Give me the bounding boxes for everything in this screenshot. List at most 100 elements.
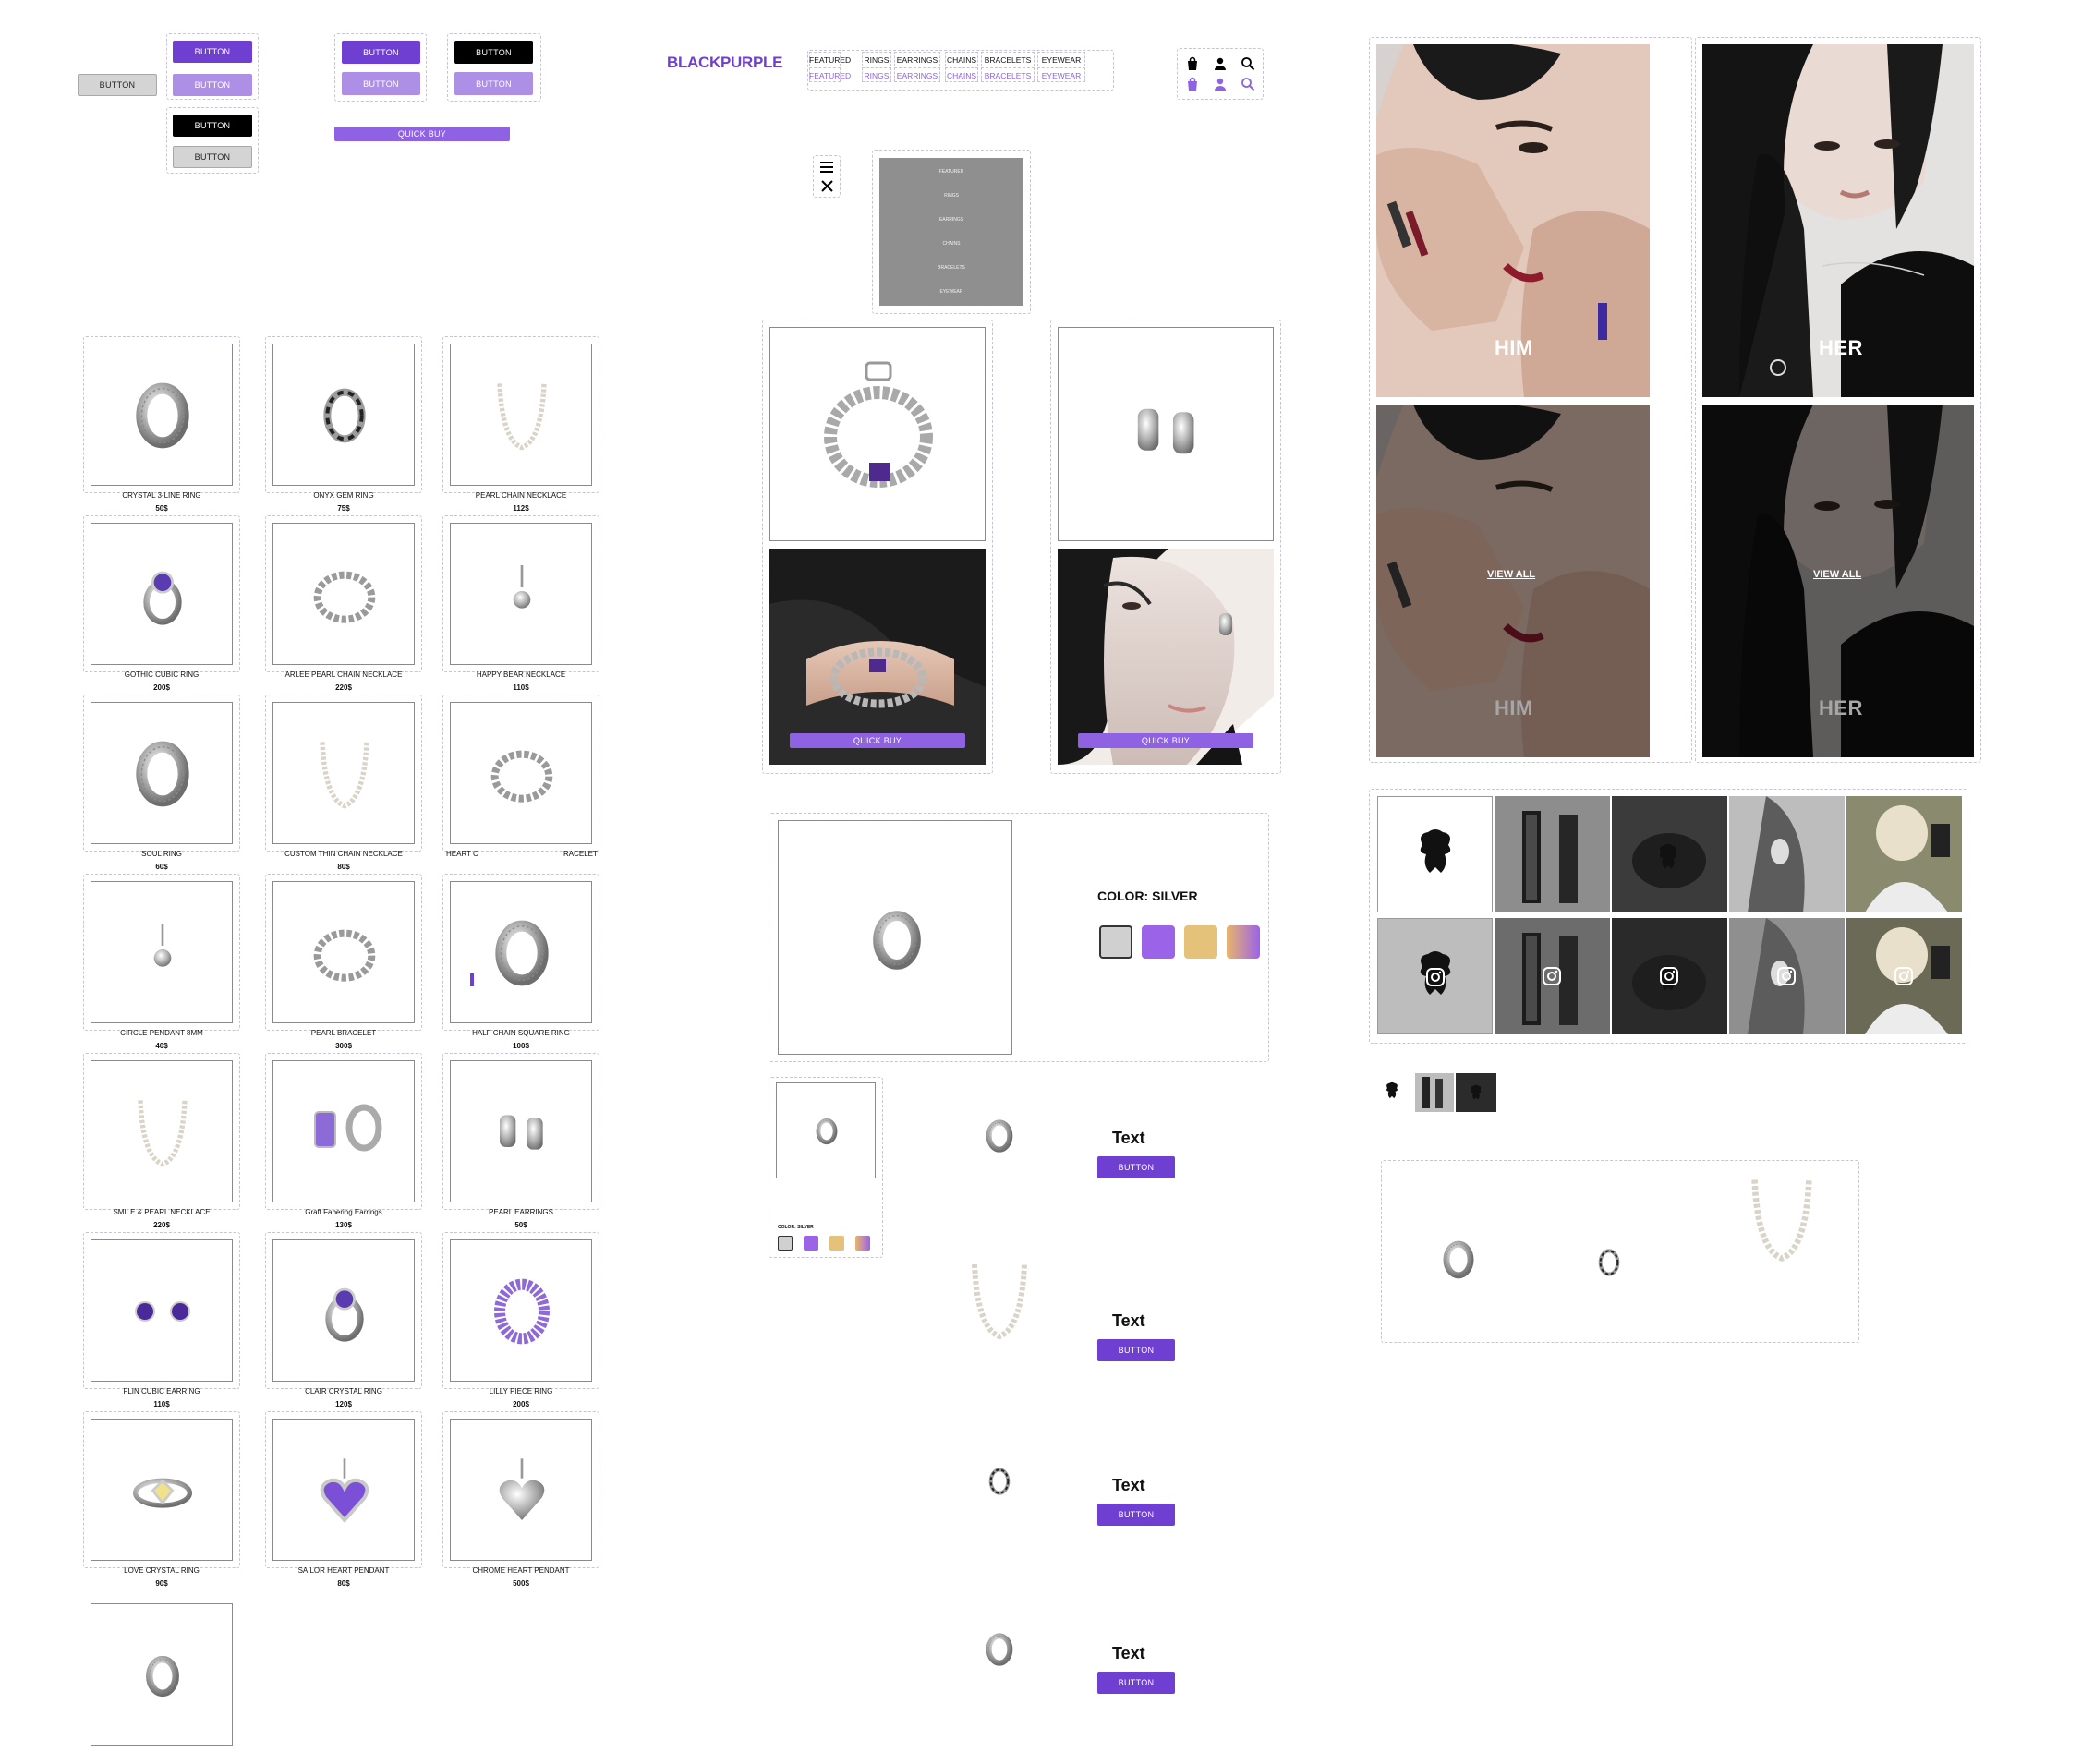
- user-hover-icon[interactable]: [1210, 74, 1230, 94]
- nav-link-hover-featured[interactable]: FEATURED: [809, 71, 851, 80]
- product-name[interactable]: CUSTOM THIN CHAIN NECKLACE: [254, 850, 433, 858]
- quick-buy-button[interactable]: QUICK BUY: [334, 127, 510, 141]
- nav-link-rings[interactable]: RINGS: [862, 55, 891, 65]
- instagram-post-hover[interactable]: [1729, 918, 1845, 1034]
- instagram-post[interactable]: [1377, 796, 1493, 912]
- product-card-image[interactable]: [450, 1060, 592, 1202]
- product-card-image[interactable]: [450, 523, 592, 665]
- product-name[interactable]: FLIN CUBIC EARRING: [72, 1387, 251, 1395]
- list-item-button[interactable]: BUTTON: [1097, 1504, 1175, 1526]
- small-swatch-silver[interactable]: [778, 1236, 793, 1251]
- product-card-image[interactable]: [272, 1239, 415, 1382]
- slider-ring-2[interactable]: [1591, 1238, 1628, 1287]
- list-item-image[interactable]: [958, 1256, 1041, 1345]
- list-item-image[interactable]: [981, 1625, 1018, 1673]
- him-photo[interactable]: HIM: [1376, 44, 1650, 397]
- quick-buy-product-image-2[interactable]: [1058, 327, 1274, 541]
- small-swatch-purple[interactable]: [804, 1236, 818, 1251]
- mobile-menu-item[interactable]: CHAINS: [879, 241, 1023, 247]
- quick-buy-lifestyle-photo-2[interactable]: QUICK BUY: [1058, 549, 1274, 765]
- button-black[interactable]: BUTTON: [173, 115, 252, 137]
- button-purple[interactable]: BUTTON: [173, 41, 252, 63]
- product-card-image[interactable]: [450, 881, 592, 1023]
- button-grey-standalone[interactable]: BUTTON: [78, 74, 157, 96]
- product-name[interactable]: LOVE CRYSTAL RING: [72, 1566, 251, 1575]
- product-card-image[interactable]: [91, 344, 233, 486]
- list-item-button[interactable]: BUTTON: [1097, 1156, 1175, 1178]
- mobile-menu-item[interactable]: RINGS: [879, 193, 1023, 199]
- product-name[interactable]: HALF CHAIN SQUARE RING: [431, 1029, 611, 1037]
- mobile-menu-item[interactable]: FEATURED: [879, 169, 1023, 175]
- swatch-purple[interactable]: [1142, 925, 1175, 959]
- product-name[interactable]: HAPPY BEAR NECKLACE: [431, 671, 611, 679]
- list-item-image[interactable]: [981, 1112, 1018, 1160]
- product-card-image[interactable]: [91, 1419, 233, 1561]
- nav-link-earrings[interactable]: EARRINGS: [894, 55, 940, 65]
- instagram-post-hover[interactable]: [1846, 918, 1962, 1034]
- nav-link-bracelets[interactable]: BRACELETS: [981, 55, 1035, 65]
- instagram-post[interactable]: [1846, 796, 1962, 912]
- product-name[interactable]: GOTHIC CUBIC RING: [72, 671, 251, 679]
- instagram-post-hover[interactable]: [1377, 918, 1493, 1034]
- product-card-image[interactable]: [272, 1060, 415, 1202]
- product-card-image[interactable]: [91, 702, 233, 844]
- product-card-image[interactable]: [91, 523, 233, 665]
- list-item-button[interactable]: BUTTON: [1097, 1339, 1175, 1361]
- product-name[interactable]: CRYSTAL 3-LINE RING: [72, 491, 251, 500]
- nav-link-chains[interactable]: CHAINS: [945, 55, 978, 65]
- product-name[interactable]: SOUL RING: [72, 850, 251, 858]
- user-icon[interactable]: [1210, 54, 1230, 74]
- product-name[interactable]: PEARL CHAIN NECKLACE: [431, 491, 611, 500]
- her-hover-photo[interactable]: VIEW ALL HER: [1702, 405, 1974, 757]
- product-detail-image[interactable]: [778, 820, 1012, 1055]
- close-icon[interactable]: [817, 177, 837, 194]
- product-name[interactable]: LILLY PIECE RING: [431, 1387, 611, 1395]
- swatch-gradient[interactable]: [1227, 925, 1260, 959]
- list-item-button[interactable]: BUTTON: [1097, 1672, 1175, 1694]
- swatch-gold[interactable]: [1184, 925, 1217, 959]
- product-name[interactable]: CLAIR CRYSTAL RING: [254, 1387, 433, 1395]
- button-lavender-3[interactable]: BUTTON: [454, 72, 533, 95]
- product-name[interactable]: ARLEE PEARL CHAIN NECKLACE: [254, 671, 433, 679]
- product-card-image[interactable]: [450, 344, 592, 486]
- product-name[interactable]: PEARL BRACELET: [254, 1029, 433, 1037]
- shopping-bag-icon[interactable]: [1182, 54, 1203, 74]
- instagram-post[interactable]: [1495, 796, 1610, 912]
- product-card-image[interactable]: [272, 702, 415, 844]
- product-card-image[interactable]: [450, 1239, 592, 1382]
- product-card-image[interactable]: [450, 702, 592, 844]
- search-hover-icon[interactable]: [1238, 74, 1258, 94]
- nav-link-hover-earrings[interactable]: EARRINGS: [894, 71, 940, 80]
- button-black-2[interactable]: BUTTON: [454, 41, 533, 64]
- hamburger-icon[interactable]: [817, 159, 837, 175]
- quick-buy-button-1[interactable]: QUICK BUY: [790, 733, 965, 748]
- small-detail-image[interactable]: [776, 1082, 876, 1178]
- instagram-post[interactable]: [1729, 796, 1845, 912]
- product-name[interactable]: SMILE & PEARL NECKLACE: [72, 1208, 251, 1216]
- button-lavender-2[interactable]: BUTTON: [342, 72, 420, 95]
- button-purple-2[interactable]: BUTTON: [342, 41, 420, 64]
- product-name[interactable]: CHROME HEART PENDANT: [431, 1566, 611, 1575]
- brand-logo[interactable]: BLACKPURPLE: [667, 54, 782, 72]
- button-lavender[interactable]: BUTTON: [173, 74, 252, 96]
- product-card-image[interactable]: [272, 881, 415, 1023]
- quick-buy-button-2[interactable]: QUICK BUY: [1078, 733, 1253, 748]
- shopping-bag-hover-icon[interactable]: [1182, 74, 1203, 94]
- nav-link-hover-bracelets[interactable]: BRACELETS: [981, 71, 1035, 80]
- slider-necklace[interactable]: [1737, 1166, 1827, 1273]
- product-name[interactable]: Graff Fabering Earrings: [254, 1208, 433, 1216]
- product-card-single[interactable]: [91, 1603, 233, 1746]
- product-card-image[interactable]: [91, 1239, 233, 1382]
- product-name-suffix[interactable]: RACELET: [563, 850, 598, 858]
- instagram-post-hover[interactable]: [1612, 918, 1727, 1034]
- product-name[interactable]: PEARL EARRINGS: [431, 1208, 611, 1216]
- nav-link-hover-rings[interactable]: RINGS: [862, 71, 891, 80]
- small-swatch-gradient[interactable]: [855, 1236, 870, 1251]
- quick-buy-lifestyle-photo[interactable]: QUICK BUY: [769, 549, 986, 765]
- product-name[interactable]: SAILOR HEART PENDANT: [254, 1566, 433, 1575]
- nav-link-hover-eyewear[interactable]: EYEWEAR: [1037, 71, 1085, 80]
- him-view-all-link[interactable]: VIEW ALL: [1487, 569, 1535, 580]
- him-hover-photo[interactable]: VIEW ALL HIM: [1376, 405, 1650, 757]
- button-grey[interactable]: BUTTON: [173, 146, 252, 168]
- product-name[interactable]: CIRCLE PENDANT 8MM: [72, 1029, 251, 1037]
